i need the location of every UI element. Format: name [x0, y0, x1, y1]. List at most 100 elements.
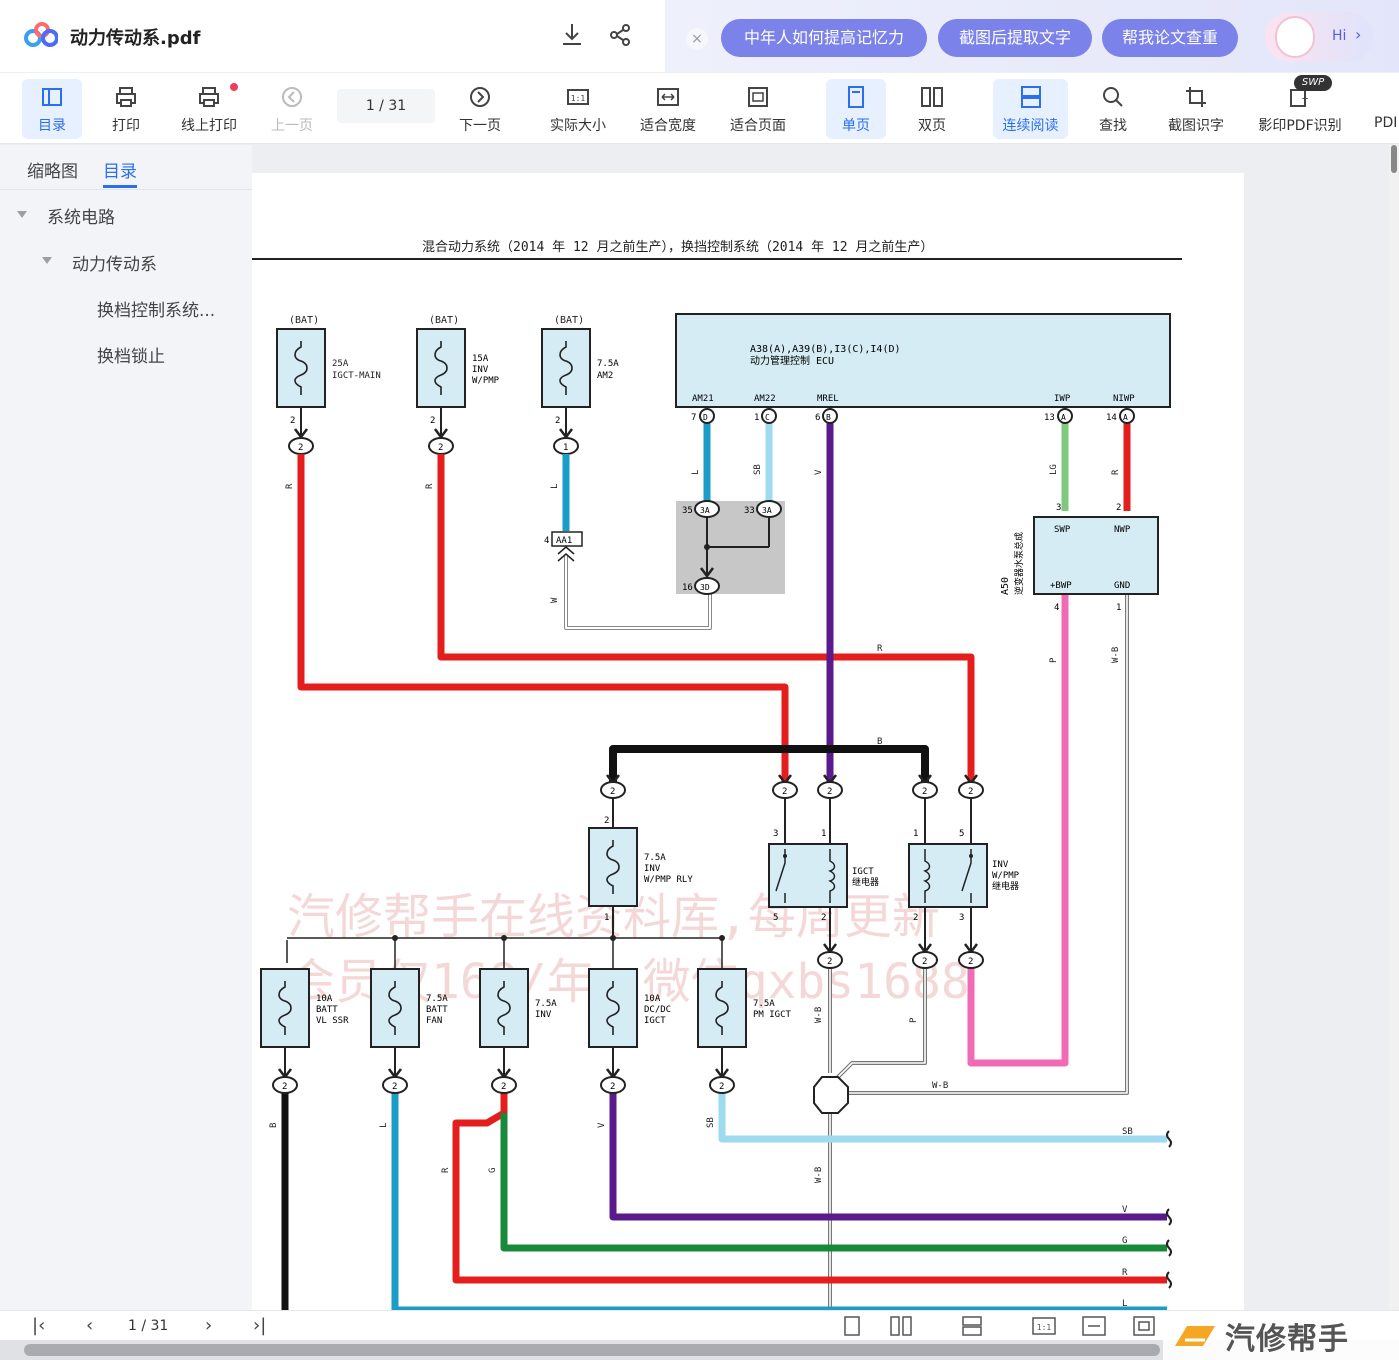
svg-text:+BWP: +BWP	[1050, 581, 1072, 591]
caret-down-icon[interactable]	[42, 257, 52, 264]
wire-color-label: SB	[1122, 1127, 1133, 1137]
svg-text:7.5A: 7.5A	[535, 999, 557, 1009]
svg-text:2: 2	[827, 787, 832, 797]
svg-text:2: 2	[430, 416, 435, 426]
tab-toc[interactable]: 目录	[103, 157, 137, 182]
svg-text:3: 3	[959, 913, 964, 923]
toc-item-powertrain[interactable]: 动力传动系	[72, 250, 157, 275]
fit-page-icon	[748, 87, 768, 107]
svg-text:1: 1	[563, 443, 568, 453]
next-page-button[interactable]: 下一页	[450, 79, 510, 139]
toc-item-shift-control[interactable]: 换档控制系统...	[97, 296, 215, 321]
svg-text:3A: 3A	[700, 506, 710, 515]
svg-text:BATT: BATT	[316, 1005, 338, 1015]
assistant-hi: Hi	[1332, 28, 1347, 44]
single-page-icon	[848, 86, 864, 108]
brand-watermark: 汽修帮手	[1163, 1312, 1399, 1360]
svg-text:AM2: AM2	[597, 371, 613, 381]
brand-logo-icon	[1175, 1326, 1215, 1346]
wire-color-label: SB	[706, 1117, 716, 1128]
double-page-icon[interactable]	[890, 1316, 912, 1336]
svg-text:AM21: AM21	[692, 394, 714, 404]
vertical-scrollbar[interactable]	[1389, 145, 1399, 1310]
fit-page-button[interactable]: 适合页面	[723, 79, 793, 139]
bottom-page-indicator[interactable]: 1 / 31	[128, 1318, 168, 1334]
toc-item-shift-lock[interactable]: 换档锁止	[97, 342, 165, 367]
tab-thumbnails[interactable]: 缩略图	[27, 157, 78, 182]
prev-page-button[interactable]: 上一页	[262, 79, 322, 139]
svg-text:INV: INV	[472, 365, 489, 375]
svg-text:INV: INV	[535, 1010, 552, 1020]
close-promo-button[interactable]: ×	[686, 28, 708, 50]
assistant-avatar[interactable]: Hi ›	[1265, 12, 1373, 62]
toc-label: 目录	[38, 118, 66, 134]
wire-color-label: W-B	[1111, 647, 1121, 663]
svg-text:3A: 3A	[762, 506, 772, 515]
double-page-button[interactable]: 双页	[902, 79, 962, 139]
svg-text:2: 2	[282, 1082, 287, 1092]
wire-color-label: L	[691, 470, 701, 475]
svg-text:AA1: AA1	[556, 536, 572, 546]
horizontal-scroll-thumb[interactable]	[24, 1344, 1160, 1356]
svg-text:14: 14	[1106, 413, 1117, 423]
app-logo-icon	[24, 22, 58, 47]
continuous-read-button[interactable]: 连续阅读	[993, 79, 1068, 139]
svg-text:T: T	[1302, 97, 1308, 108]
continuous-read-icon	[1020, 86, 1041, 108]
fit-width-button[interactable]: 适合宽度	[633, 79, 703, 139]
promo-pill-memory[interactable]: 中年人如何提高记忆力	[721, 19, 927, 57]
svg-text:2: 2	[782, 787, 787, 797]
prev-page-icon[interactable]: ‹	[86, 1315, 93, 1336]
toc-item-system-circuit[interactable]: 系统电路	[47, 203, 115, 228]
share-icon[interactable]	[608, 22, 632, 48]
screenshot-ocr-label: 截图识字	[1168, 118, 1224, 134]
fit-width-icon[interactable]	[1082, 1316, 1106, 1336]
find-button[interactable]: 查找	[1083, 79, 1143, 139]
fit-page-icon[interactable]	[1133, 1316, 1155, 1336]
download-icon[interactable]	[560, 22, 584, 48]
svg-text:2: 2	[1116, 503, 1121, 513]
svg-text:2: 2	[922, 787, 927, 797]
vertical-scroll-thumb[interactable]	[1391, 145, 1397, 173]
single-page-icon[interactable]	[843, 1316, 861, 1336]
svg-text:INV: INV	[992, 860, 1009, 870]
actual-size-icon: 1:1	[567, 89, 589, 105]
online-print-button[interactable]: 线上打印	[174, 79, 244, 139]
promo-pill-plagiarism[interactable]: 帮我论文查重	[1102, 19, 1238, 57]
print-button[interactable]: 打印	[96, 79, 156, 139]
wire-color-label: R	[877, 644, 883, 654]
ground-splice	[813, 1076, 849, 1114]
chevron-right-icon: ›	[1355, 25, 1362, 44]
single-page-button[interactable]: 单页	[826, 79, 886, 139]
pdf-more-button[interactable]: PDI	[1366, 79, 1399, 139]
next-page-icon[interactable]: ›	[205, 1315, 212, 1336]
wire-color-label: P	[909, 1017, 919, 1023]
single-page-label: 单页	[842, 118, 870, 134]
caret-down-icon[interactable]	[17, 211, 27, 218]
toc-button[interactable]: 目录	[22, 79, 82, 139]
actual-size-button[interactable]: 1:1 实际大小	[543, 79, 613, 139]
svg-text:INV: INV	[644, 864, 661, 874]
svg-text:2: 2	[968, 957, 973, 967]
screenshot-ocr-button[interactable]: 截图识字	[1160, 79, 1232, 139]
online-print-label: 线上打印	[181, 118, 237, 134]
actual-size-icon[interactable]: 1:1	[1032, 1317, 1056, 1335]
continuous-icon[interactable]	[961, 1316, 983, 1336]
svg-text:3: 3	[773, 829, 778, 839]
wire-color-label: G	[1122, 1236, 1127, 1246]
first-page-icon[interactable]: |‹	[32, 1315, 45, 1336]
promo-pill-ocr[interactable]: 截图后提取文字	[938, 19, 1092, 57]
next-page-label: 下一页	[459, 118, 501, 134]
document-viewer[interactable]: 混合动力系统（2014 年 12 月之前生产），换挡控制系统（2014 年 12…	[252, 145, 1389, 1310]
svg-text:2: 2	[290, 416, 295, 426]
toolbar: 目录 打印 线上打印 上一页 1 / 31 下一页 1:1 实际大小 适合宽度 …	[0, 72, 1399, 144]
svg-text:7.5A: 7.5A	[426, 994, 448, 1004]
diagram-title: 混合动力系统（2014 年 12 月之前生产），换挡控制系统（2014 年 12…	[422, 239, 933, 255]
page-number-input[interactable]: 1 / 31	[337, 89, 435, 123]
water-pump-box: SWP NWP +BWP GND 3 2 4 1 A50 逆变器水泵总成	[1000, 503, 1159, 613]
fit-width-label: 适合宽度	[640, 118, 696, 134]
wire-color-label: B	[269, 1123, 279, 1128]
svg-text:2: 2	[719, 1082, 724, 1092]
svg-text:1: 1	[604, 913, 609, 923]
last-page-icon[interactable]: ›|	[253, 1315, 266, 1336]
